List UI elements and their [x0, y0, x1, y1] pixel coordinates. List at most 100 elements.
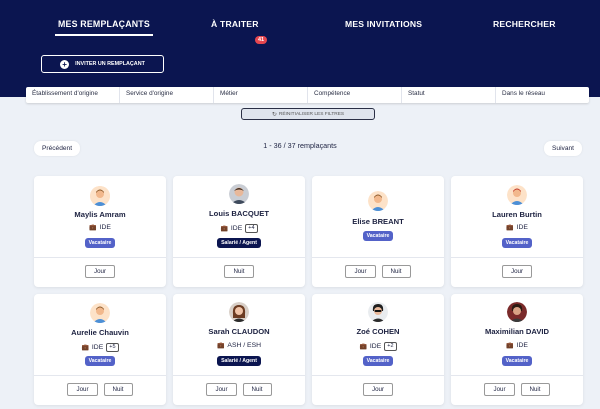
invite-button[interactable]: + INVITER UN REMPLAÇANT: [41, 55, 164, 73]
card-job-label: IDE: [369, 343, 382, 350]
filter-reseau[interactable]: Dans le réseau: [496, 87, 589, 103]
avatar: [90, 186, 110, 206]
briefcase-icon: 💼: [81, 345, 89, 351]
reset-filters-label: RÉINITIALISER LES FILTRES: [278, 111, 345, 117]
card-job: 💼 IDE: [34, 224, 166, 231]
card-name: Sarah CLAUDON: [208, 327, 270, 336]
card-name: Lauren Burtin: [492, 210, 542, 219]
replacement-card[interactable]: Zoé COHEN 💼 IDE +2 Vacataire Jour: [312, 294, 444, 405]
shift-nuit[interactable]: Nuit: [520, 383, 550, 396]
avatar: [229, 184, 249, 204]
status-badge: Vacataire: [34, 238, 166, 248]
card-job-label: IDE: [516, 342, 528, 349]
shift-list: Jour Nuit: [34, 383, 166, 396]
replacement-card[interactable]: Maylis Amram 💼 IDE Vacataire Jour: [34, 176, 166, 287]
filter-etablissement[interactable]: Établissement d'origine: [26, 87, 120, 103]
shift-list: Jour Nuit: [451, 383, 583, 396]
avatar: [368, 302, 388, 322]
divider: [34, 257, 166, 258]
notification-badge: 41: [255, 36, 268, 44]
status-label: Vacataire: [362, 231, 394, 241]
status-badge: Vacataire: [451, 238, 583, 248]
shift-list: Jour: [312, 383, 444, 396]
extra-jobs-count: +5: [106, 343, 119, 352]
shift-jour[interactable]: Jour: [362, 383, 394, 396]
briefcase-icon: 💼: [220, 226, 228, 232]
status-badge: Vacataire: [312, 356, 444, 366]
tab-mes-invitations[interactable]: MES INVITATIONS: [345, 19, 422, 29]
card-job: 💼 IDE: [451, 224, 583, 231]
extra-jobs-count: +4: [245, 224, 258, 233]
briefcase-icon: 💼: [89, 225, 97, 231]
briefcase-icon: 💼: [506, 343, 514, 349]
divider: [451, 375, 583, 376]
previous-button[interactable]: Précédent: [34, 141, 80, 156]
header: MES REMPLAÇANTS À TRAITER 41 MES INVITAT…: [0, 0, 600, 97]
filter-metier[interactable]: Métier: [214, 87, 308, 103]
replacement-card[interactable]: Elise BREANT Vacataire Jour Nuit: [312, 176, 444, 287]
card-name: Louis BACQUET: [209, 209, 269, 218]
card-job-label: IDE: [91, 344, 104, 351]
replacement-card[interactable]: Louis BACQUET 💼 IDE +4 Salarié / Agent Nui…: [173, 176, 305, 287]
status-label: Vacataire: [362, 356, 394, 366]
extra-jobs-count: +2: [384, 342, 397, 351]
divider: [312, 375, 444, 376]
divider: [451, 257, 583, 258]
tab-mes-remplacants[interactable]: MES REMPLAÇANTS: [55, 19, 153, 36]
shift-nuit[interactable]: Nuit: [103, 383, 133, 396]
refresh-icon: ↻: [271, 111, 277, 118]
status-badge: Salarié / Agent: [173, 238, 305, 248]
tab-rechercher[interactable]: RECHERCHER: [493, 19, 556, 29]
filter-bar: Établissement d'origine Service d'origin…: [26, 87, 589, 103]
card-name: Maylis Amram: [74, 210, 126, 219]
divider: [312, 257, 444, 258]
tab-a-traiter[interactable]: À TRAITER: [211, 19, 259, 29]
status-label: Salarié / Agent: [217, 356, 261, 366]
shift-jour[interactable]: Jour: [345, 265, 376, 278]
shift-jour[interactable]: Jour: [67, 383, 98, 396]
card-job: 💼 IDE +4: [173, 224, 305, 233]
filter-competence[interactable]: Compétence: [308, 87, 402, 103]
invite-button-label: INVITER UN REMPLAÇANT: [75, 61, 145, 67]
shift-jour[interactable]: Jour: [206, 383, 237, 396]
shift-list: Jour Nuit: [312, 265, 444, 278]
replacement-card[interactable]: Lauren Burtin 💼 IDE Vacataire Jour: [451, 176, 583, 287]
shift-list: Jour: [34, 265, 166, 278]
shift-list: Jour: [451, 265, 583, 278]
reset-filters-button[interactable]: ↻ RÉINITIALISER LES FILTRES: [241, 108, 375, 120]
card-name: Elise BREANT: [352, 217, 404, 226]
results-count: 1 - 36 / 37 remplaçants: [263, 141, 337, 150]
shift-jour[interactable]: Jour: [484, 383, 515, 396]
status-label: Vacataire: [501, 238, 533, 248]
plus-circle-icon: +: [60, 59, 70, 69]
shift-nuit[interactable]: Nuit: [381, 265, 411, 278]
shift-nuit[interactable]: Nuit: [242, 383, 272, 396]
replacement-card[interactable]: Aurelie Chauvin 💼 IDE +5 Vacataire Jour Nui…: [34, 294, 166, 405]
card-job-label: IDE: [516, 224, 528, 231]
next-button[interactable]: Suivant: [544, 141, 582, 156]
briefcase-icon: 💼: [506, 225, 514, 231]
filter-statut[interactable]: Statut: [402, 87, 496, 103]
replacement-card[interactable]: Maximilian DAVID 💼 IDE Vacataire Jour Nuit: [451, 294, 583, 405]
status-badge: Vacataire: [451, 356, 583, 366]
status-label: Vacataire: [501, 356, 533, 366]
avatar: [368, 191, 388, 211]
divider: [34, 375, 166, 376]
divider: [173, 375, 305, 376]
status-label: Salarié / Agent: [217, 238, 261, 248]
card-name: Maximilian DAVID: [485, 327, 549, 336]
card-job-label: ASH / ESH: [227, 342, 262, 349]
main-nav: MES REMPLAÇANTS À TRAITER 41 MES INVITAT…: [0, 19, 600, 44]
divider: [173, 257, 305, 258]
card-job: 💼 ASH / ESH: [173, 342, 305, 349]
replacement-card[interactable]: Sarah CLAUDON 💼 ASH / ESH Salarié / Agent…: [173, 294, 305, 405]
avatar: [229, 302, 249, 322]
status-badge: Salarié / Agent: [173, 356, 305, 366]
shift-list: Jour Nuit: [173, 383, 305, 396]
shift-jour[interactable]: Jour: [501, 265, 533, 278]
filter-service[interactable]: Service d'origine: [120, 87, 214, 103]
shift-nuit[interactable]: Nuit: [224, 265, 254, 278]
shift-jour[interactable]: Jour: [84, 265, 116, 278]
card-job: 💼 IDE: [451, 342, 583, 349]
status-badge: Vacataire: [34, 356, 166, 366]
